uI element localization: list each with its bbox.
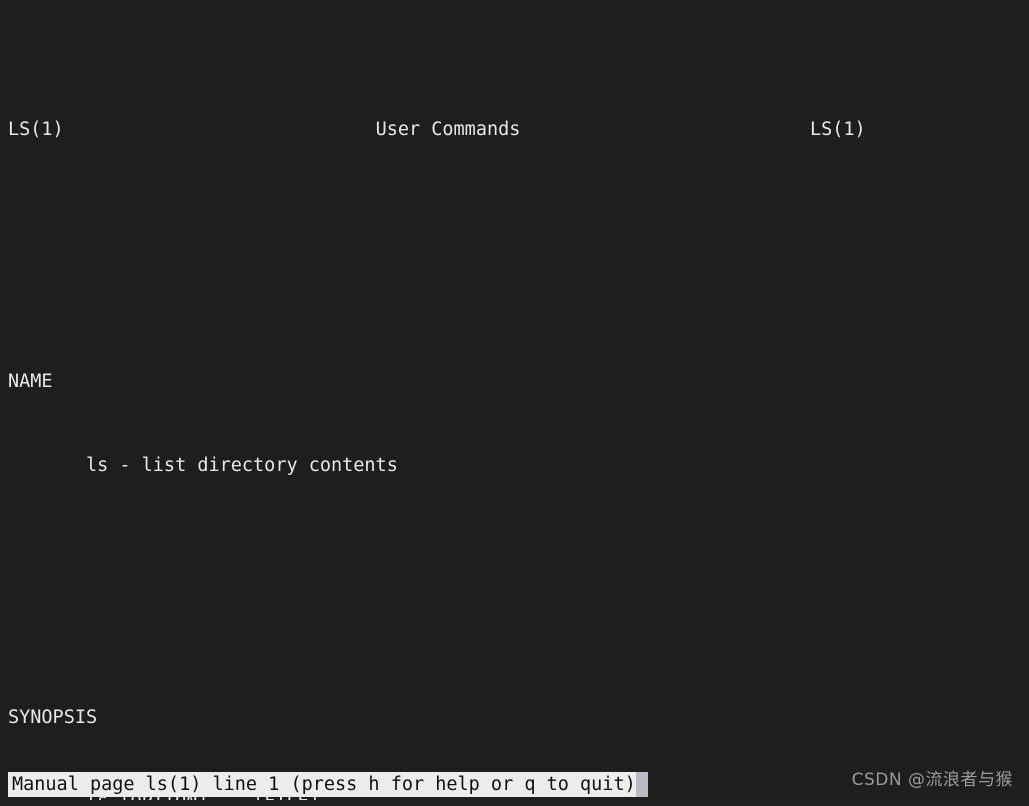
pager-status-text: Manual page ls(1) line 1 (press h for he… (12, 773, 636, 795)
window-bottom-edge (0, 800, 1029, 806)
terminal-window[interactable]: LS(1) User Commands LS(1) NAME ls - list… (0, 0, 1029, 806)
block-cursor-icon (635, 772, 648, 797)
man-header-gap-1 (64, 119, 376, 140)
section-heading-synopsis: SYNOPSIS (8, 707, 98, 728)
man-page-content: LS(1) User Commands LS(1) NAME ls - list… (8, 4, 1021, 806)
pager-status-bar[interactable]: Manual page ls(1) line 1 (press h for he… (8, 772, 648, 797)
section-body-name: ls - list directory contents (8, 452, 1021, 480)
watermark-label: CSDN @流浪者与猴 (851, 770, 1013, 790)
man-header-gap-2 (520, 119, 810, 140)
man-header-center: User Commands (375, 119, 521, 140)
man-header-right: LS(1) (809, 119, 866, 140)
name-description: ls - list directory contents (85, 455, 398, 476)
section-heading-name: NAME (8, 371, 53, 392)
man-header-left: LS(1) (8, 119, 64, 140)
man-header-line: LS(1) User Commands LS(1) (8, 116, 1021, 144)
